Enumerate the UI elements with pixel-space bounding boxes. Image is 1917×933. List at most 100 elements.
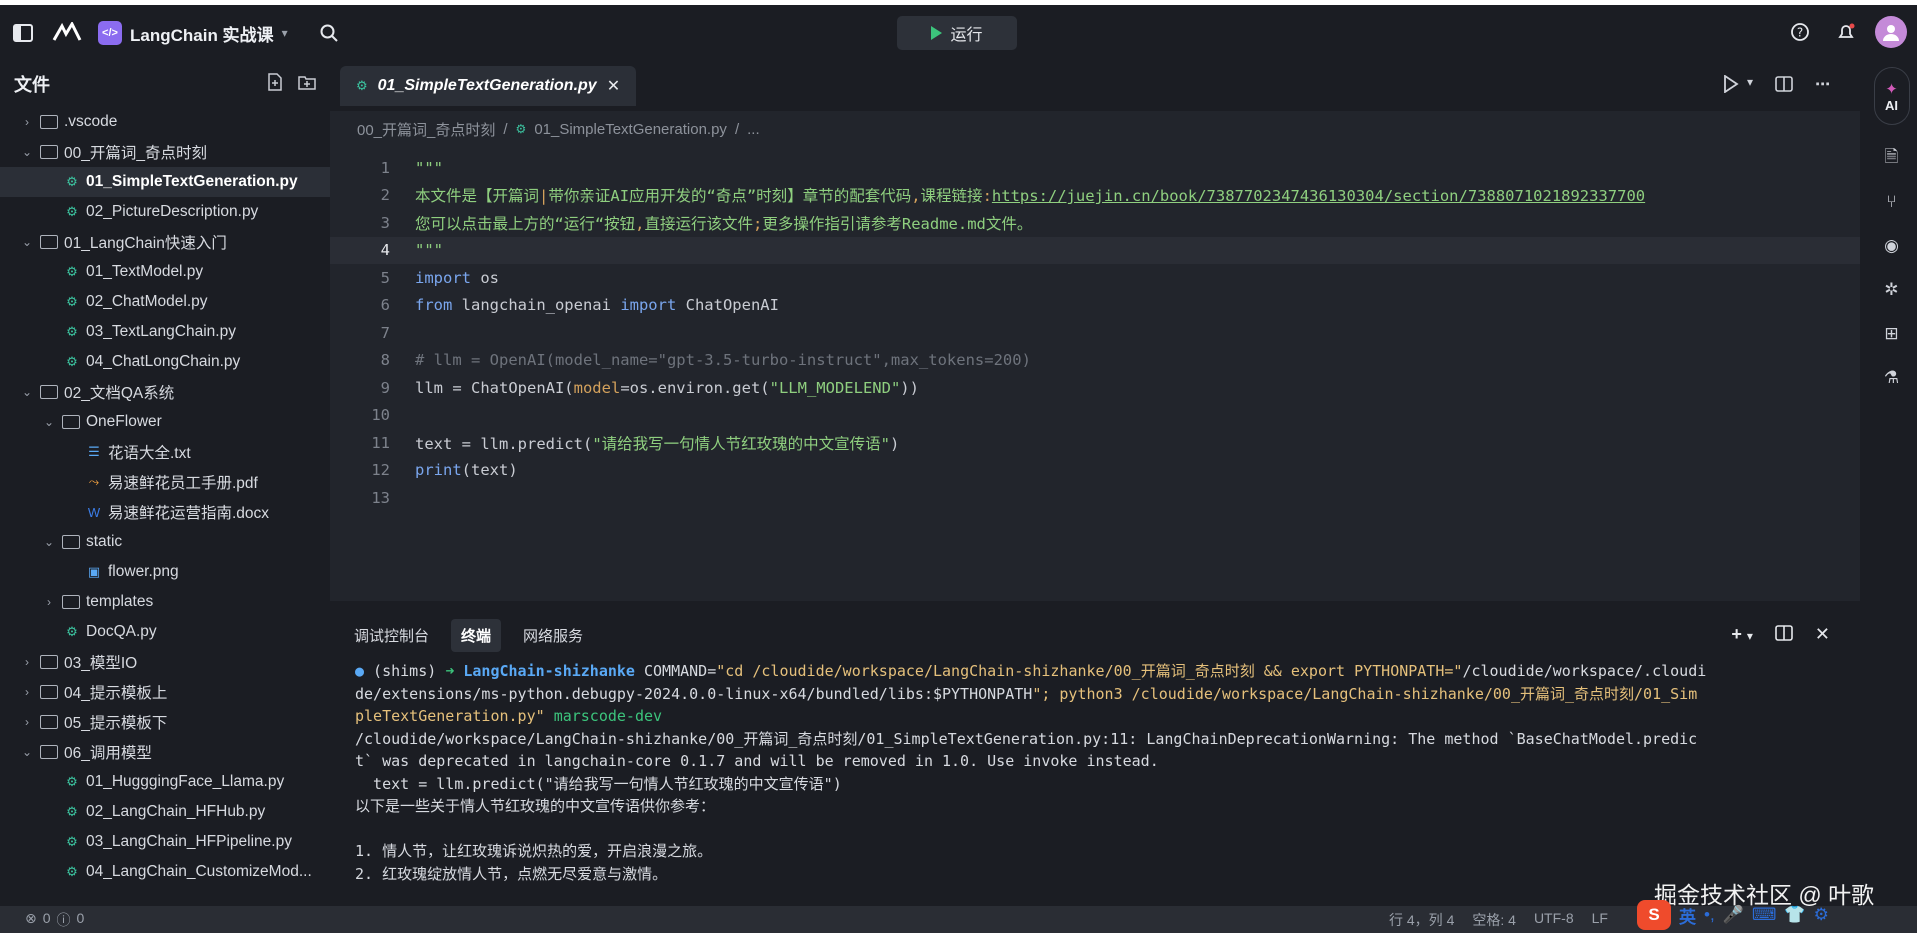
code-area[interactable]: 1 """ 2 本文件是【开篇词|带你亲证AI应用开发的“奇点”时刻】章节的配套代码… bbox=[330, 147, 1860, 512]
breadcrumb-more[interactable]: ... bbox=[747, 121, 760, 138]
close-panel-icon[interactable]: ✕ bbox=[1815, 624, 1830, 647]
new-folder-icon[interactable] bbox=[298, 73, 316, 96]
breadcrumb-file[interactable]: 01_SimpleTextGeneration.py bbox=[534, 121, 727, 138]
tree-file[interactable]: ☰ 花语大全.txt bbox=[0, 437, 330, 467]
cursor-position[interactable]: 行 4，列 4 bbox=[1389, 910, 1454, 930]
tree-item-label: 易速鲜花运营指南.docx bbox=[108, 505, 270, 522]
ime-toolbar[interactable]: S 英 •, 🎤 ⌨ 👕 ⚙ bbox=[1637, 900, 1829, 930]
tree-folder[interactable]: ⌄ 01_LangChain快速入门 bbox=[0, 227, 330, 257]
tree-file[interactable]: ⚙ 04_LangChain_CustomizeMod... bbox=[0, 857, 330, 887]
tree-item-label: 01_HugggingFace_Llama.py bbox=[86, 773, 285, 790]
tab-debug-console[interactable]: 调试控制台 bbox=[344, 619, 439, 652]
tab-terminal[interactable]: 终端 bbox=[451, 618, 502, 652]
tree-file[interactable]: ⚙ 03_TextLangChain.py bbox=[0, 317, 330, 347]
run-button[interactable]: 运行 bbox=[897, 16, 1017, 50]
run-file-icon[interactable] bbox=[1723, 74, 1739, 97]
extensions-icon[interactable]: ⊞ bbox=[1881, 323, 1903, 345]
tree-file[interactable]: ⤳ 易速鲜花员工手册.pdf bbox=[0, 467, 330, 497]
close-icon[interactable]: ✕ bbox=[607, 76, 620, 96]
more-icon[interactable]: ⋯ bbox=[1815, 75, 1830, 97]
debug-icon[interactable]: ✲ bbox=[1881, 279, 1903, 301]
ime-language[interactable]: 英 bbox=[1679, 903, 1696, 928]
line-ending[interactable]: LF bbox=[1592, 910, 1608, 930]
sparkle-icon: ✦ bbox=[1885, 80, 1898, 98]
code-line: 2 本文件是【开篇词|带你亲证AI应用开发的“奇点”时刻】章节的配套代码,课程链接… bbox=[380, 186, 1646, 206]
help-icon[interactable]: ? bbox=[1783, 15, 1817, 49]
tab-network-service[interactable]: 网络服务 bbox=[513, 619, 593, 652]
ai-assistant-button[interactable]: ✦ AI bbox=[1873, 67, 1910, 125]
chevron-down-icon[interactable]: ⌄ bbox=[20, 385, 34, 399]
split-terminal-icon[interactable] bbox=[1775, 624, 1793, 647]
chevron-right-icon[interactable]: › bbox=[20, 115, 34, 129]
editor-tab-label: 01_SimpleTextGeneration.py bbox=[377, 77, 597, 94]
tree-file[interactable]: ⚙ 01_HugggingFace_Llama.py bbox=[0, 767, 330, 797]
tree-folder[interactable]: › .vscode bbox=[0, 107, 330, 137]
chevron-right-icon[interactable]: › bbox=[42, 595, 56, 609]
chevron-down-icon: ▾ bbox=[281, 26, 288, 40]
svg-text:?: ? bbox=[1797, 26, 1803, 40]
tree-folder[interactable]: › 05_提示模板下 bbox=[0, 707, 330, 737]
terminal-output[interactable]: ● (shims) ➜ LangChain-shizhanke COMMAND=… bbox=[330, 660, 1860, 885]
chevron-right-icon[interactable]: › bbox=[20, 715, 34, 729]
tree-file[interactable]: ⚙ 02_LangChain_HFHub.py bbox=[0, 797, 330, 827]
panel-tabs: 调试控制台 终端 网络服务 bbox=[330, 610, 1860, 660]
encoding[interactable]: UTF-8 bbox=[1534, 910, 1574, 930]
keyboard-icon[interactable]: ⌨ bbox=[1752, 905, 1777, 925]
skin-icon[interactable]: 👕 bbox=[1784, 905, 1805, 925]
tree-file[interactable]: ⚙ 03_LangChain_HFPipeline.py bbox=[0, 827, 330, 857]
avatar[interactable] bbox=[1875, 16, 1907, 48]
panel-actions: + ▾ ✕ bbox=[1731, 624, 1830, 647]
settings-icon[interactable]: ⚙ bbox=[1814, 905, 1829, 925]
tree-item-label: 04_提示模板上 bbox=[64, 685, 168, 702]
top-right-actions: ? bbox=[1783, 15, 1907, 49]
marscode-logo-icon bbox=[50, 16, 84, 50]
tree-folder[interactable]: ⌄ 06_调用模型 bbox=[0, 737, 330, 767]
tree-folder[interactable]: ⌄ static bbox=[0, 527, 330, 557]
tree-file[interactable]: ⚙ 04_ChatLongChain.py bbox=[0, 347, 330, 377]
chevron-right-icon[interactable]: › bbox=[20, 655, 34, 669]
tree-file[interactable]: ⚙ DocQA.py bbox=[0, 617, 330, 647]
chevron-down-icon[interactable]: ⌄ bbox=[42, 535, 56, 549]
chevron-right-icon[interactable]: › bbox=[20, 685, 34, 699]
project-selector[interactable]: </> LangChain 实战课 ▾ bbox=[98, 21, 288, 46]
problems-indicator[interactable]: ⊗ 0 ⓘ 0 bbox=[0, 910, 84, 930]
mic-icon[interactable]: 🎤 bbox=[1723, 905, 1744, 925]
editor-tab[interactable]: ⚙ 01_SimpleTextGeneration.py ✕ bbox=[340, 66, 637, 106]
tree-folder[interactable]: › templates bbox=[0, 587, 330, 617]
warning-icon: ⓘ bbox=[56, 911, 71, 928]
code-line: 11 text = llm.predict("请给我写一句情人节红玫瑰的中文宣传语… bbox=[371, 433, 900, 453]
pdf-file-icon: ⤳ bbox=[88, 474, 100, 489]
punctuation-icon[interactable]: •, bbox=[1704, 905, 1715, 925]
chevron-down-icon[interactable]: ⌄ bbox=[20, 235, 34, 249]
tree-folder[interactable]: › 04_提示模板上 bbox=[0, 677, 330, 707]
chevron-down-icon[interactable]: ⌄ bbox=[42, 415, 56, 429]
indentation[interactable]: 空格: 4 bbox=[1472, 910, 1516, 930]
chevron-down-icon[interactable]: ⌄ bbox=[20, 145, 34, 159]
search-icon[interactable] bbox=[312, 16, 346, 50]
right-activity-bar: ✦ AI 🗎 ⑂ ◉ ✲ ⊞ ⚗ bbox=[1866, 61, 1917, 906]
chevron-down-icon[interactable]: ▾ bbox=[1747, 75, 1753, 97]
chevron-down-icon[interactable]: ⌄ bbox=[20, 745, 34, 759]
tree-file[interactable]: ⚙ 01_SimpleTextGeneration.py bbox=[0, 167, 330, 197]
testing-flask-icon[interactable]: ⚗ bbox=[1881, 367, 1903, 389]
preview-eye-icon[interactable]: ◉ bbox=[1881, 235, 1903, 257]
folder-icon bbox=[62, 535, 80, 549]
sidebar-toggle-icon[interactable] bbox=[6, 16, 40, 50]
tree-file[interactable]: ⚙ 02_PictureDescription.py bbox=[0, 197, 330, 227]
breadcrumb-folder[interactable]: 00_开篇词_奇点时刻 bbox=[357, 119, 495, 140]
tree-file[interactable]: W 易速鲜花运营指南.docx bbox=[0, 497, 330, 527]
tree-folder[interactable]: ⌄ OneFlower bbox=[0, 407, 330, 437]
tree-item-label: 02_PictureDescription.py bbox=[86, 203, 259, 220]
source-control-icon[interactable]: ⑂ bbox=[1881, 191, 1903, 213]
split-editor-icon[interactable] bbox=[1775, 75, 1793, 97]
bell-icon[interactable] bbox=[1829, 15, 1863, 49]
tree-folder[interactable]: ⌄ 02_文档QA系统 bbox=[0, 377, 330, 407]
add-terminal-icon[interactable]: + ▾ bbox=[1731, 624, 1753, 647]
tree-folder[interactable]: › 03_模型IO bbox=[0, 647, 330, 677]
tree-file[interactable]: ▣ flower.png bbox=[0, 557, 330, 587]
tree-folder[interactable]: ⌄ 00_开篇词_奇点时刻 bbox=[0, 137, 330, 167]
tree-file[interactable]: ⚙ 02_ChatModel.py bbox=[0, 287, 330, 317]
new-file-icon[interactable] bbox=[266, 72, 284, 96]
tree-file[interactable]: ⚙ 01_TextModel.py bbox=[0, 257, 330, 287]
file-search-icon[interactable]: 🗎 bbox=[1881, 147, 1903, 169]
